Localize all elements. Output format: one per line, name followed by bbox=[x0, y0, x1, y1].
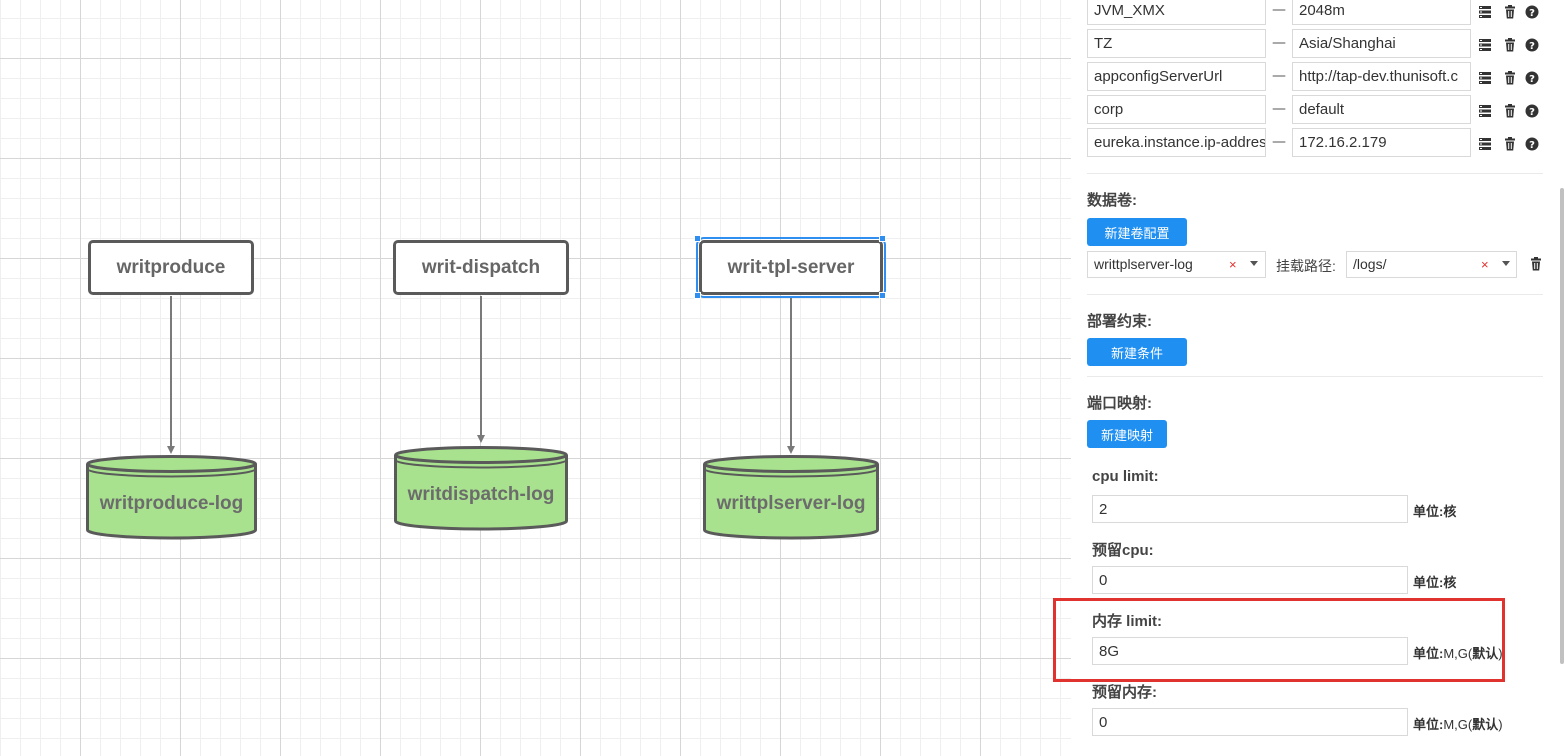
env-key-input[interactable]: JVM_XMX bbox=[1087, 0, 1266, 25]
service-node-writ-dispatch[interactable]: writ-dispatch bbox=[393, 240, 569, 295]
cpu-limit-input[interactable]: 2 bbox=[1092, 495, 1408, 523]
volume-node-writtplserver-log[interactable]: writtplserver-log bbox=[703, 455, 879, 540]
mount-path-label: 挂载路径: bbox=[1276, 258, 1336, 274]
ports-section-title: 端口映射: bbox=[1087, 395, 1152, 412]
trash-icon[interactable] bbox=[1503, 70, 1517, 85]
list-icon[interactable] bbox=[1478, 103, 1492, 117]
env-value-input[interactable]: Asia/Shanghai bbox=[1292, 29, 1471, 58]
service-node-writproduce[interactable]: writproduce bbox=[88, 240, 254, 295]
constraints-section-title: 部署约束: bbox=[1087, 313, 1152, 330]
divider bbox=[1087, 173, 1543, 174]
memory-limit-label: 内存 limit: bbox=[1092, 613, 1162, 630]
memory-limit-unit: 单位:M,G(默认) bbox=[1413, 643, 1503, 662]
divider bbox=[1087, 294, 1543, 295]
cpu-limit-label: cpu limit: bbox=[1092, 468, 1159, 485]
env-key-input[interactable]: corp bbox=[1087, 95, 1266, 124]
list-icon[interactable] bbox=[1478, 70, 1492, 84]
resize-handle-top-left[interactable] bbox=[694, 235, 701, 242]
resize-handle-top-right[interactable] bbox=[879, 235, 886, 242]
volume-node-writdispatch-log[interactable]: writdispatch-log bbox=[394, 446, 568, 531]
list-icon[interactable] bbox=[1478, 136, 1492, 150]
env-separator: — bbox=[1272, 2, 1286, 18]
service-node-label: writ-dispatch bbox=[421, 256, 541, 278]
trash-icon[interactable] bbox=[1503, 103, 1517, 118]
unit-value: M,G( bbox=[1443, 717, 1473, 732]
unit-close: ) bbox=[1498, 717, 1503, 732]
cpu-reserve-label: 预留cpu: bbox=[1092, 542, 1154, 559]
volumes-section-title: 数据卷: bbox=[1087, 192, 1137, 209]
memory-reserve-unit: 单位:M,G(默认) bbox=[1413, 714, 1503, 733]
env-separator: — bbox=[1272, 68, 1286, 84]
unit-label: 单位: bbox=[1413, 504, 1444, 519]
panel-scrollbar[interactable] bbox=[1560, 188, 1564, 664]
help-icon[interactable]: ? bbox=[1525, 37, 1539, 52]
clear-mount-path-icon[interactable]: × bbox=[1481, 252, 1489, 277]
cpu-limit-unit: 单位:核 bbox=[1413, 501, 1456, 520]
volume-select-value: writtplserver-log bbox=[1094, 256, 1193, 272]
trash-icon[interactable] bbox=[1529, 257, 1543, 271]
clear-volume-icon[interactable]: × bbox=[1229, 252, 1237, 277]
env-value-input[interactable]: default bbox=[1292, 95, 1471, 124]
unit-value: 核 bbox=[1443, 504, 1457, 519]
memory-reserve-label: 预留内存: bbox=[1092, 684, 1157, 701]
env-value-input[interactable]: 2048m bbox=[1292, 0, 1471, 25]
mount-path-select[interactable]: /logs/ × bbox=[1346, 251, 1517, 278]
service-node-writ-tpl-server[interactable]: writ-tpl-server bbox=[696, 237, 886, 298]
svg-text:?: ? bbox=[1529, 8, 1535, 19]
unit-default: 默认 bbox=[1472, 646, 1499, 661]
memory-reserve-input[interactable]: 0 bbox=[1092, 708, 1408, 736]
help-icon[interactable]: ? bbox=[1525, 136, 1539, 151]
help-icon[interactable]: ? bbox=[1525, 70, 1539, 85]
help-icon[interactable]: ? bbox=[1525, 103, 1539, 118]
svg-text:?: ? bbox=[1529, 140, 1535, 151]
resize-handle-bottom-right[interactable] bbox=[879, 292, 886, 299]
env-separator: — bbox=[1272, 134, 1286, 150]
diagram-canvas[interactable]: writproduce writ-dispatch writ-tpl-serve… bbox=[0, 0, 1071, 756]
cpu-reserve-input[interactable]: 0 bbox=[1092, 566, 1408, 594]
volume-node-writproduce-log[interactable]: writproduce-log bbox=[86, 455, 257, 540]
help-icon[interactable]: ? bbox=[1525, 4, 1539, 19]
trash-icon[interactable] bbox=[1503, 37, 1517, 52]
properties-panel: JVM_XMX — 2048m? TZ — Asia/Shanghai? appconfig… bbox=[1071, 0, 1565, 756]
trash-icon[interactable] bbox=[1503, 4, 1517, 19]
env-value-input[interactable]: 172.16.2.179 bbox=[1292, 128, 1471, 157]
chevron-down-icon[interactable] bbox=[1502, 261, 1510, 266]
svg-text:?: ? bbox=[1529, 74, 1535, 85]
unit-label: 单位: bbox=[1413, 646, 1444, 661]
service-node-label: writproduce bbox=[116, 256, 226, 278]
unit-value: M,G( bbox=[1443, 646, 1473, 661]
env-separator: — bbox=[1272, 35, 1286, 51]
add-condition-button[interactable]: 新建条件 bbox=[1087, 338, 1187, 366]
env-key-input[interactable]: eureka.instance.ip-addres bbox=[1087, 128, 1266, 157]
divider bbox=[1087, 376, 1543, 377]
service-node-label: writ-tpl-server bbox=[727, 256, 855, 278]
resize-handle-bottom-left[interactable] bbox=[694, 292, 701, 299]
volume-node-label: writproduce-log bbox=[99, 493, 244, 514]
env-separator: — bbox=[1272, 101, 1286, 117]
chevron-down-icon[interactable] bbox=[1250, 261, 1258, 266]
add-port-mapping-button[interactable]: 新建映射 bbox=[1087, 420, 1167, 448]
volume-node-label: writdispatch-log bbox=[407, 484, 555, 505]
svg-text:?: ? bbox=[1529, 107, 1535, 118]
env-key-input[interactable]: appconfigServerUrl bbox=[1087, 62, 1266, 91]
env-key-input[interactable]: TZ bbox=[1087, 29, 1266, 58]
volume-select[interactable]: writtplserver-log × bbox=[1087, 251, 1266, 278]
memory-limit-input[interactable]: 8G bbox=[1092, 637, 1408, 665]
unit-label: 单位: bbox=[1413, 575, 1444, 590]
list-icon[interactable] bbox=[1478, 37, 1492, 51]
unit-label: 单位: bbox=[1413, 717, 1444, 732]
env-value-input[interactable]: http://tap-dev.thunisoft.c bbox=[1292, 62, 1471, 91]
mount-path-value: /logs/ bbox=[1353, 256, 1387, 272]
cpu-reserve-unit: 单位:核 bbox=[1413, 572, 1456, 591]
unit-value: 核 bbox=[1443, 575, 1457, 590]
svg-text:?: ? bbox=[1529, 41, 1535, 52]
unit-default: 默认 bbox=[1472, 717, 1499, 732]
list-icon[interactable] bbox=[1478, 4, 1492, 18]
edges-layer bbox=[167, 296, 795, 454]
unit-close: ) bbox=[1498, 646, 1503, 661]
trash-icon[interactable] bbox=[1503, 136, 1517, 151]
volume-node-label: writtplserver-log bbox=[716, 493, 866, 514]
add-volume-config-button[interactable]: 新建卷配置 bbox=[1087, 218, 1187, 246]
